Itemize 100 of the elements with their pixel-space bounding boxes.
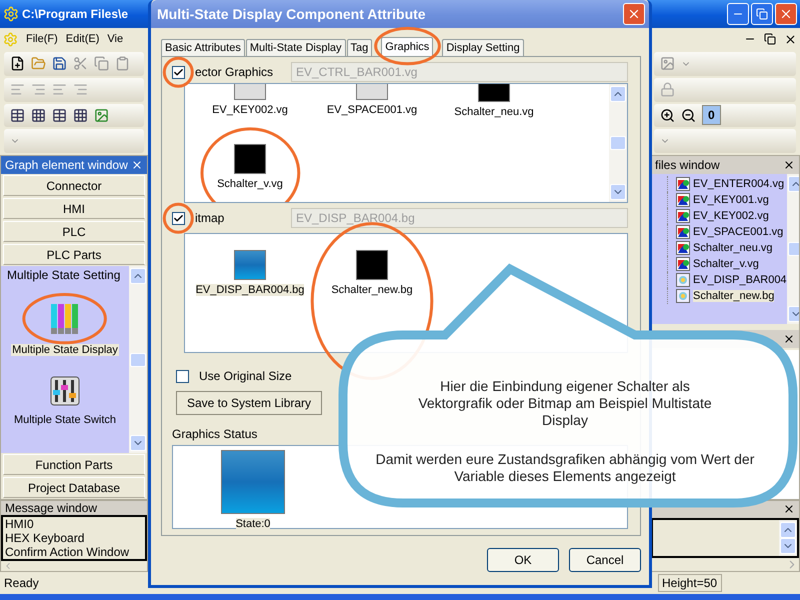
- lock-icon[interactable]: [660, 82, 675, 98]
- tab[interactable]: Graphics: [381, 37, 434, 56]
- thumbnail: [234, 250, 266, 280]
- tab[interactable]: Basic Attributes: [161, 39, 245, 56]
- callout-text: Hier die Einbindung eigener Schalter als Vektorgrafik oder Bitmap am Beispiel Multistate Display: [417, 378, 713, 429]
- close-button[interactable]: [775, 3, 797, 25]
- align-right-icon[interactable]: [31, 82, 46, 98]
- panel-title: files window: [655, 158, 720, 172]
- menu-item[interactable]: File(F): [26, 33, 58, 45]
- gear-icon: [3, 6, 19, 22]
- copy-icon[interactable]: [94, 56, 109, 72]
- graphic-item[interactable]: Schalter_v.vg: [217, 178, 283, 190]
- restore-icon[interactable]: [764, 32, 776, 44]
- file-item[interactable]: Schalter_new.bg: [693, 290, 774, 302]
- checkbox[interactable]: [172, 66, 185, 78]
- align-left-icon[interactable]: [10, 82, 25, 98]
- tab[interactable]: Tag: [346, 39, 372, 56]
- graphic-item[interactable]: Schalter_new.bg: [331, 284, 413, 296]
- zoom-value[interactable]: 0: [702, 105, 721, 126]
- file-item[interactable]: EV_DISP_BAR004: [693, 274, 787, 286]
- close-icon[interactable]: [783, 503, 795, 516]
- align-right-icon[interactable]: [73, 82, 88, 98]
- tab[interactable]: Multi-State Display: [246, 39, 346, 56]
- dialog-button[interactable]: OK: [487, 548, 559, 572]
- file-item[interactable]: EV_KEY002.vg: [693, 210, 769, 222]
- close-icon[interactable]: [783, 159, 795, 171]
- file-item[interactable]: EV_ENTER004.vg: [693, 178, 784, 190]
- cut-icon[interactable]: [73, 56, 88, 72]
- dialog-button[interactable]: Cancel: [569, 548, 641, 572]
- file-item[interactable]: Schalter_v.vg: [693, 258, 759, 270]
- close-icon: [627, 7, 641, 21]
- check-icon: [173, 212, 184, 224]
- file-item[interactable]: Schalter_neu.vg: [693, 242, 772, 254]
- scrollbar[interactable]: [129, 266, 147, 453]
- align-left-icon[interactable]: [52, 82, 67, 98]
- file-item[interactable]: EV_KEY001.vg: [693, 194, 769, 206]
- message-line: HMI0: [5, 517, 35, 531]
- group-button[interactable]: Project Database: [3, 477, 145, 498]
- close-icon: [779, 7, 793, 21]
- palette-item[interactable]: Multiple State Display: [11, 344, 119, 356]
- group-button[interactable]: PLC: [3, 221, 145, 242]
- table-icon[interactable]: [10, 108, 25, 123]
- status-field: Height=50: [658, 574, 722, 592]
- checkbox-label: Use Original Size: [199, 369, 292, 383]
- group-button[interactable]: PLC Parts: [3, 244, 145, 265]
- grid-icon[interactable]: [73, 108, 88, 123]
- graphic-item[interactable]: Schalter_neu.vg: [454, 106, 534, 118]
- restore-button[interactable]: [751, 3, 773, 25]
- scroll-thumb[interactable]: [610, 136, 626, 150]
- checkbox-label: itmap: [195, 211, 226, 225]
- scrollbar[interactable]: [779, 520, 797, 556]
- paste-icon[interactable]: [115, 56, 130, 72]
- image-icon[interactable]: [94, 108, 109, 123]
- graphic-item[interactable]: EV_SPACE001.vg: [326, 104, 418, 116]
- message-line: Confirm Action Window: [5, 545, 130, 559]
- group-button[interactable]: Connector: [3, 175, 145, 196]
- folder-icon[interactable]: [31, 56, 46, 72]
- panel-title: Message window: [5, 501, 98, 515]
- checkbox-label: ector Graphics: [195, 65, 274, 79]
- new-file-icon[interactable]: [10, 56, 25, 72]
- file-item[interactable]: EV_SPACE001.vg: [693, 226, 784, 238]
- minimize-button[interactable]: [727, 3, 749, 25]
- scroll-thumb[interactable]: [788, 242, 799, 256]
- graphic-item[interactable]: EV_KEY002.vg: [212, 104, 288, 116]
- table-icon[interactable]: [52, 108, 67, 123]
- section-label: Graphics Status: [172, 427, 258, 441]
- vector-file-icon: [676, 241, 690, 255]
- checkbox[interactable]: [176, 370, 189, 382]
- menu-item[interactable]: Vie: [107, 33, 124, 45]
- group-button[interactable]: Function Parts: [3, 454, 145, 475]
- scrollbar[interactable]: [609, 84, 627, 202]
- close-icon[interactable]: [784, 32, 797, 46]
- state-thumbnail: [221, 450, 285, 514]
- thumbnail: [356, 250, 388, 280]
- grid-icon[interactable]: [31, 108, 46, 123]
- save-button[interactable]: Save to System Library: [176, 391, 322, 415]
- close-icon[interactable]: [783, 332, 795, 344]
- message-line: HEX Keyboard: [5, 531, 86, 545]
- checkbox[interactable]: [172, 212, 185, 224]
- color-bars-icon: [49, 302, 81, 336]
- gear-icon: [3, 32, 18, 46]
- vector-file-icon: [676, 209, 690, 223]
- zoom-out-icon[interactable]: [681, 108, 696, 123]
- zoom-in-icon[interactable]: [660, 108, 675, 123]
- thumbnail: [234, 144, 266, 174]
- image-file-icon: [676, 273, 690, 287]
- close-button[interactable]: [623, 3, 645, 25]
- save-icon[interactable]: [52, 56, 67, 72]
- menu-item[interactable]: Edit(E): [66, 33, 100, 45]
- panel-title: Graph element window: [5, 158, 128, 172]
- palette-item[interactable]: Multiple State Switch: [12, 414, 118, 426]
- scroll-thumb[interactable]: [130, 352, 146, 366]
- tab[interactable]: Display Setting: [442, 39, 524, 56]
- image-icon[interactable]: [660, 56, 675, 72]
- vector-file-icon: [676, 225, 690, 239]
- vector-file-icon: [676, 257, 690, 271]
- check-icon: [173, 66, 184, 78]
- group-button[interactable]: HMI: [3, 198, 145, 219]
- dialog-title: Multi-State Display Component Attribute: [157, 6, 426, 22]
- graphic-item[interactable]: EV_DISP_BAR004.bg: [196, 284, 304, 296]
